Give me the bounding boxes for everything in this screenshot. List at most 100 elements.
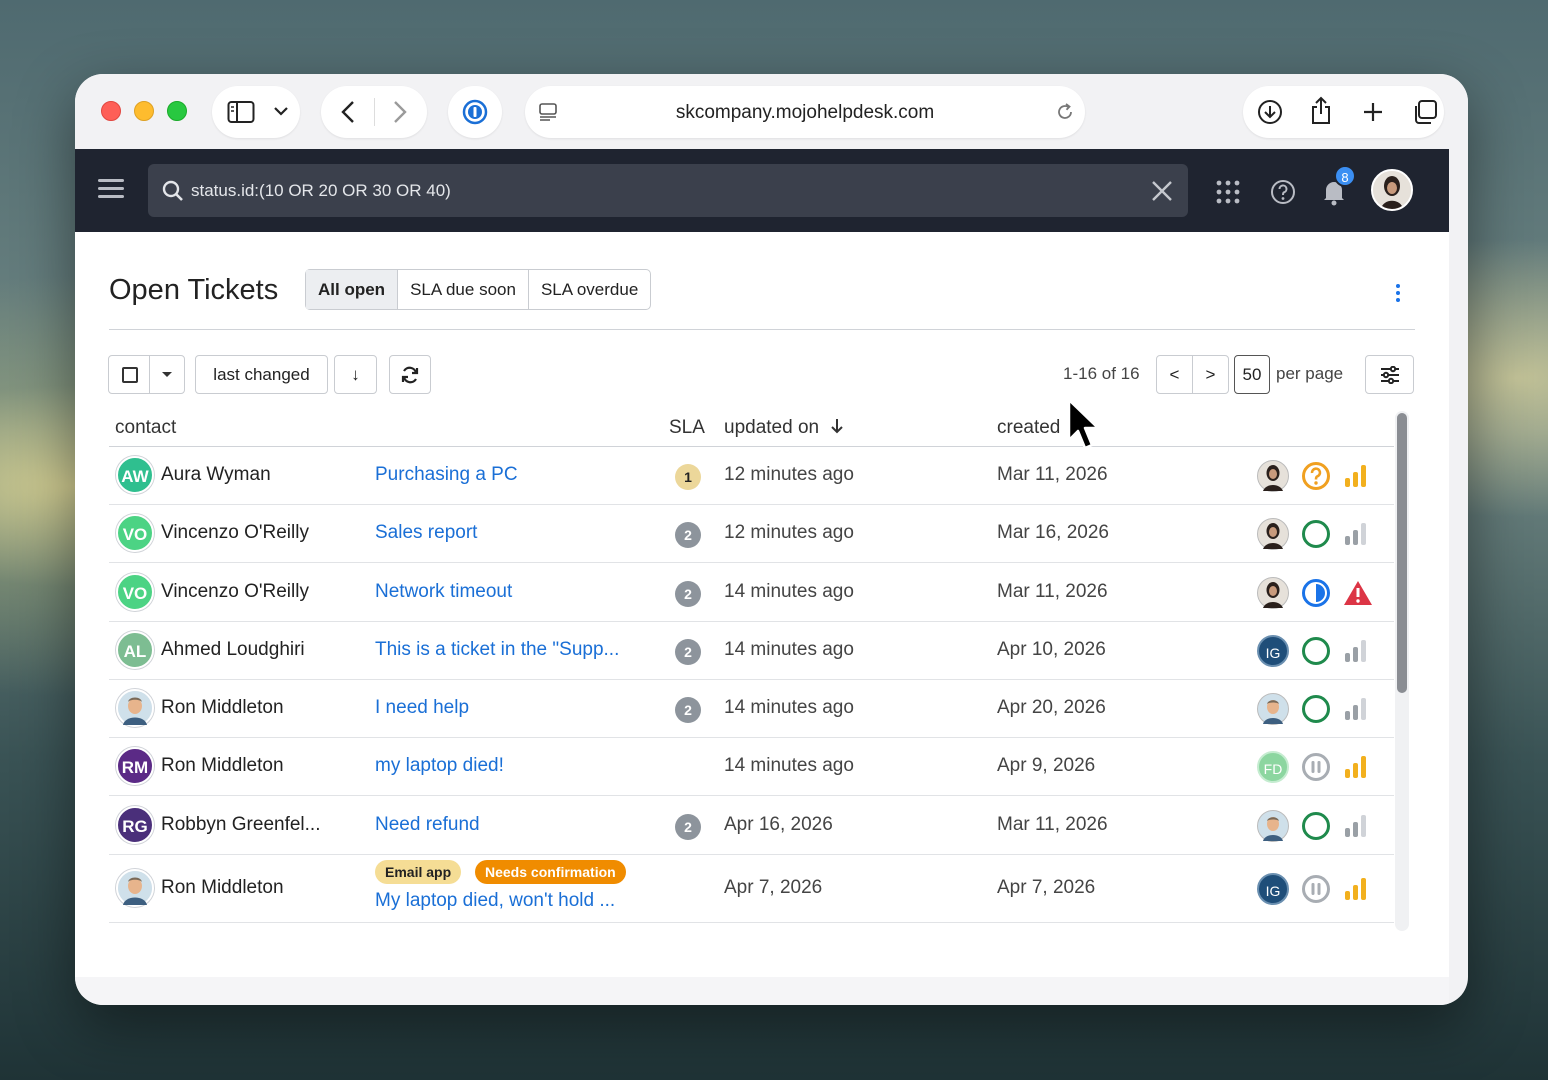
table-row[interactable]: AL Ahmed Loudghiri This is a ticket in the… xyxy=(109,622,1394,680)
status-paused-icon[interactable] xyxy=(1301,874,1331,904)
assignee-avatar[interactable] xyxy=(1257,518,1289,550)
table-row[interactable]: VO Vincenzo O'Reilly Network timeout 2 14 mi… xyxy=(109,563,1394,622)
scrollbar-thumb[interactable] xyxy=(1397,413,1407,693)
ticket-subject-link[interactable]: My laptop died, won't hold ... xyxy=(375,890,615,912)
ticket-subject-link[interactable]: my laptop died! xyxy=(375,755,504,777)
contact-name[interactable]: Vincenzo O'Reilly xyxy=(161,581,309,603)
caret-down-icon[interactable] xyxy=(161,371,173,379)
prev-page-button[interactable]: < xyxy=(1156,355,1193,394)
clear-search-icon[interactable] xyxy=(1151,180,1173,202)
forward-icon[interactable] xyxy=(393,100,407,124)
select-all-checkbox[interactable] xyxy=(122,367,138,383)
created-date: Apr 9, 2026 xyxy=(997,755,1096,776)
refresh-icon xyxy=(401,366,419,383)
column-header-updated-on[interactable]: updated on xyxy=(724,417,844,439)
ticket-subject-link[interactable]: This is a ticket in the "Supp... xyxy=(375,639,619,661)
table-row[interactable]: Ron Middleton I need help 2 14 minutes ago A… xyxy=(109,680,1394,738)
password-manager-button[interactable] xyxy=(448,86,502,138)
table-row[interactable]: RM Ron Middleton my laptop died! 14 minutes… xyxy=(109,738,1394,796)
next-page-button[interactable]: > xyxy=(1192,355,1229,394)
updated-on: 12 minutes ago xyxy=(724,522,854,543)
status-waiting-icon[interactable] xyxy=(1301,461,1331,491)
chevron-down-icon[interactable] xyxy=(274,106,288,116)
select-all-dropdown[interactable] xyxy=(108,355,185,394)
refresh-button[interactable] xyxy=(389,355,431,394)
updated-on: Apr 7, 2026 xyxy=(724,877,823,898)
zoom-window-button[interactable] xyxy=(167,101,187,121)
tab-all-open[interactable]: All open xyxy=(306,270,399,309)
minimize-window-button[interactable] xyxy=(134,101,154,121)
status-in-progress-icon[interactable] xyxy=(1301,578,1331,608)
search-bar[interactable]: status.id:(10 OR 20 OR 30 OR 40) xyxy=(148,164,1188,217)
contact-name[interactable]: Ron Middleton xyxy=(161,755,284,777)
tab-sla-overdue[interactable]: SLA overdue xyxy=(529,270,650,309)
password-manager-icon xyxy=(462,99,488,125)
sidebar-icon[interactable] xyxy=(227,100,255,124)
more-options-icon[interactable] xyxy=(1394,284,1402,304)
priority-bars-icon[interactable] xyxy=(1345,698,1371,720)
urgent-warning-icon[interactable] xyxy=(1343,579,1373,607)
contact-name[interactable]: Robbyn Greenfel... xyxy=(161,814,320,836)
assignee-avatar[interactable] xyxy=(1257,460,1289,492)
apps-grid-icon[interactable] xyxy=(1216,180,1240,204)
contact-avatar: VO xyxy=(116,514,154,552)
per-page-input[interactable]: 50 xyxy=(1234,355,1270,394)
tab-overview-icon[interactable] xyxy=(1412,99,1438,125)
address-bar[interactable]: skcompany.mojohelpdesk.com xyxy=(525,86,1085,138)
assignee-avatar[interactable] xyxy=(1257,809,1289,842)
table-scrollbar[interactable] xyxy=(1395,411,1409,931)
priority-bars-icon[interactable] xyxy=(1345,756,1371,778)
ticket-subject-link[interactable]: Network timeout xyxy=(375,581,512,603)
assignee-avatar[interactable]: IG xyxy=(1257,635,1289,667)
help-icon[interactable] xyxy=(1270,179,1296,205)
helpdesk-app: status.id:(10 OR 20 OR 30 OR 40) 8 Open … xyxy=(75,149,1449,977)
assignee-avatar[interactable]: FD xyxy=(1257,751,1289,783)
assignee-avatar[interactable] xyxy=(1257,576,1289,609)
column-header-created[interactable]: created xyxy=(997,417,1060,439)
created-date: Mar 11, 2026 xyxy=(997,464,1108,485)
column-header-contact[interactable]: contact xyxy=(115,417,176,439)
assignee-avatar[interactable]: IG xyxy=(1257,873,1289,905)
search-input[interactable]: status.id:(10 OR 20 OR 30 OR 40) xyxy=(191,181,451,201)
new-tab-icon[interactable] xyxy=(1362,101,1384,123)
reload-icon[interactable] xyxy=(1055,102,1075,122)
table-row[interactable]: RG Robbyn Greenfel... Need refund 2 Apr 16, … xyxy=(109,796,1394,855)
priority-bars-icon[interactable] xyxy=(1345,465,1371,487)
contact-name[interactable]: Aura Wyman xyxy=(161,464,271,486)
share-icon[interactable] xyxy=(1309,96,1333,126)
tab-sla-due-soon[interactable]: SLA due soon xyxy=(398,270,529,309)
contact-name[interactable]: Ahmed Loudghiri xyxy=(161,639,305,661)
updated-on: 14 minutes ago xyxy=(724,580,854,602)
table-row[interactable]: Ron Middleton Email app Needs confirmation… xyxy=(109,855,1394,923)
back-icon[interactable] xyxy=(341,100,355,124)
close-window-button[interactable] xyxy=(101,101,121,121)
contact-name[interactable]: Vincenzo O'Reilly xyxy=(161,522,309,544)
downloads-icon[interactable] xyxy=(1257,99,1283,125)
priority-bars-icon[interactable] xyxy=(1345,640,1371,662)
status-paused-icon[interactable] xyxy=(1301,752,1331,782)
column-settings-button[interactable] xyxy=(1365,355,1414,394)
sort-field-button[interactable]: last changed xyxy=(195,355,328,394)
ticket-subject-link[interactable]: Need refund xyxy=(375,814,480,836)
status-open-icon[interactable] xyxy=(1301,694,1331,724)
contact-name[interactable]: Ron Middleton xyxy=(161,697,284,719)
contact-name[interactable]: Ron Middleton xyxy=(161,877,284,899)
menu-icon[interactable] xyxy=(98,179,124,199)
status-open-icon[interactable] xyxy=(1301,519,1331,549)
status-open-icon[interactable] xyxy=(1301,636,1331,666)
tag-email-app[interactable]: Email app xyxy=(375,860,462,884)
sort-direction-button[interactable]: ↓ xyxy=(334,355,377,394)
status-open-icon[interactable] xyxy=(1301,811,1331,841)
priority-bars-icon[interactable] xyxy=(1345,878,1371,900)
tag-needs-confirmation[interactable]: Needs confirmation xyxy=(475,860,626,884)
user-avatar[interactable] xyxy=(1371,169,1413,211)
ticket-subject-link[interactable]: I need help xyxy=(375,697,469,719)
table-row[interactable]: AW Aura Wyman Purchasing a PC 1 12 minutes a… xyxy=(109,447,1394,505)
column-header-sla[interactable]: SLA xyxy=(669,417,705,439)
priority-bars-icon[interactable] xyxy=(1345,814,1371,837)
table-row[interactable]: VO Vincenzo O'Reilly Sales report 2 12 minut… xyxy=(109,505,1394,563)
ticket-subject-link[interactable]: Sales report xyxy=(375,522,477,544)
ticket-subject-link[interactable]: Purchasing a PC xyxy=(375,464,518,486)
assignee-avatar[interactable] xyxy=(1257,693,1289,725)
priority-bars-icon[interactable] xyxy=(1345,523,1371,545)
